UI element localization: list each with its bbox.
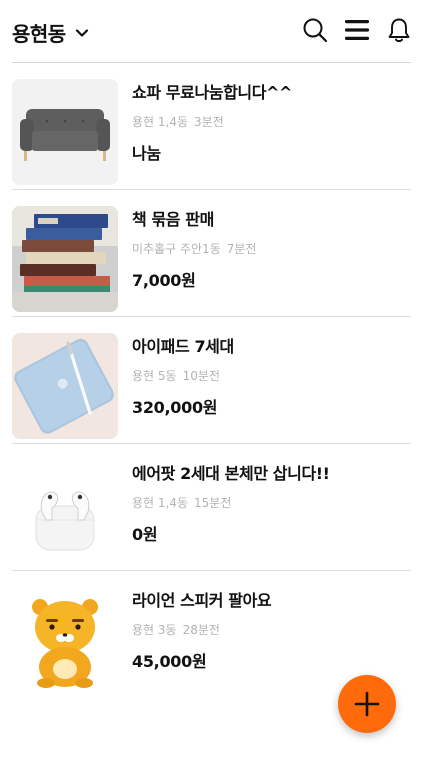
item-price: 나눔	[132, 144, 161, 163]
location-name: 용현동	[12, 22, 66, 46]
item-location: 용현 5동	[132, 369, 177, 383]
product-thumbnail	[12, 587, 118, 693]
plus-icon	[354, 691, 380, 717]
item-title: 에어팟 2세대 본체만 삽니다!!	[132, 464, 330, 483]
item-location: 용현 1,4동	[132, 496, 189, 510]
item-price: 7,000원	[132, 271, 196, 290]
chevron-down-icon	[75, 28, 88, 37]
item-time: 10분전	[182, 369, 220, 383]
ipad-image	[12, 333, 118, 439]
sofa-image	[12, 79, 118, 185]
item-meta: 용현 5동 10분전	[132, 367, 411, 384]
product-thumbnail	[12, 206, 118, 312]
item-meta: 용현 1,4동 3분전	[132, 113, 411, 130]
item-location: 미추홀구 주안1동	[132, 242, 221, 256]
item-meta: 용현 1,4동 15분전	[132, 494, 411, 511]
list-item[interactable]: 에어팟 2세대 본체만 삽니다!! 용현 1,4동 15분전 0원	[0, 444, 427, 571]
item-time: 15분전	[194, 496, 232, 510]
item-title: 라이언 스피커 팔아요	[132, 591, 272, 610]
menu-icon[interactable]	[343, 16, 371, 44]
product-thumbnail	[12, 460, 118, 566]
airpods-image	[12, 460, 118, 566]
item-time: 28분전	[182, 623, 220, 637]
list-item[interactable]: 책 묶음 판매 미추홀구 주안1동 7분전 7,000원	[0, 190, 427, 317]
item-meta: 미추홀구 주안1동 7분전	[132, 240, 411, 257]
item-price: 0원	[132, 525, 158, 544]
add-item-button[interactable]	[338, 675, 396, 733]
item-location: 용현 1,4동	[132, 115, 189, 129]
list-item[interactable]: 쇼파 무료나눔합니다^^ 용현 1,4동 3분전 나눔	[0, 63, 427, 190]
ryan-speaker-image	[12, 587, 118, 693]
item-meta: 용현 3동 28분전	[132, 621, 411, 638]
product-thumbnail	[12, 79, 118, 185]
item-price: 45,000원	[132, 652, 207, 671]
item-location: 용현 3동	[132, 623, 177, 637]
item-time: 3분전	[194, 115, 224, 129]
item-time: 7분전	[226, 242, 257, 256]
books-image	[12, 206, 118, 312]
location-selector[interactable]: 용현동	[12, 18, 90, 47]
item-price: 320,000원	[132, 398, 218, 417]
search-icon[interactable]	[301, 16, 329, 44]
item-title: 책 묶음 판매	[132, 210, 214, 229]
list-item[interactable]: 아이패드 7세대 용현 5동 10분전 320,000원	[0, 317, 427, 444]
app-header: 용현동	[0, 0, 427, 62]
bell-icon[interactable]	[385, 16, 413, 44]
item-title: 쇼파 무료나눔합니다^^	[132, 83, 293, 102]
product-thumbnail	[12, 333, 118, 439]
product-list: 쇼파 무료나눔합니다^^ 용현 1,4동 3분전 나눔 책 묶음 판매 미추홀구…	[0, 63, 427, 698]
item-title: 아이패드 7세대	[132, 337, 234, 356]
